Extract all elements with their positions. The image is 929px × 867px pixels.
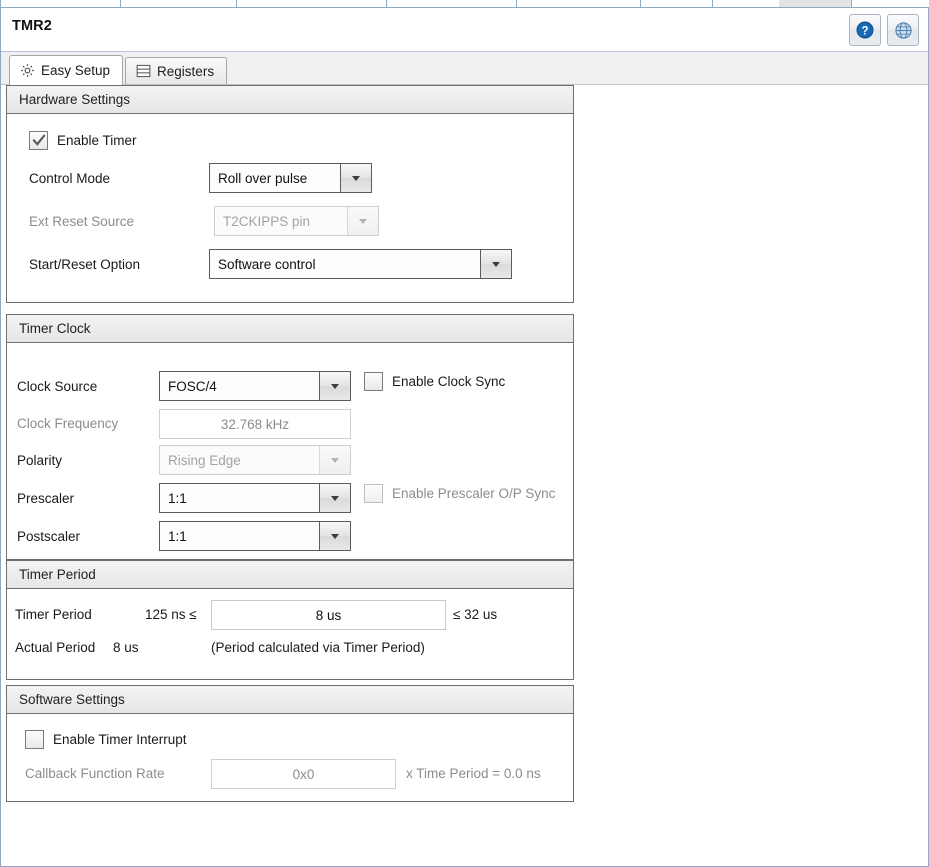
section-software-settings: Software Settings Enable Timer Interrupt… [6, 685, 574, 802]
tab-strip: Easy Setup Registers [1, 52, 928, 85]
easy-setup-panel: Hardware Settings Enable Timer Control M… [1, 85, 928, 864]
timer-period-label: Timer Period [15, 607, 92, 622]
prescaler-value: 1:1 [160, 484, 319, 512]
control-mode-value: Roll over pulse [210, 164, 340, 192]
checkbox-box [364, 484, 383, 503]
section-header-software-settings: Software Settings [7, 686, 573, 714]
enable-prescaler-sync-label: Enable Prescaler O/P Sync [392, 486, 556, 501]
chevron-down-icon [319, 446, 350, 474]
control-mode-dropdown[interactable]: Roll over pulse [209, 163, 372, 193]
timer-period-value: 8 us [315, 607, 342, 623]
callback-function-rate-label: Callback Function Rate [25, 766, 165, 781]
clock-frequency-value: 32.768 kHz [220, 416, 290, 432]
timer-period-note: (Period calculated via Timer Period) [211, 640, 425, 655]
polarity-label: Polarity [17, 453, 63, 468]
ext-reset-source-value: T2CKIPPS pin [215, 207, 347, 235]
tab-label-easy-setup: Easy Setup [41, 63, 111, 78]
tmr2-configuration-window: TMR2 ? Easy Setup Registers Hardware Set… [0, 0, 929, 867]
enable-timer-interrupt-label: Enable Timer Interrupt [53, 732, 187, 747]
enable-clock-sync-label: Enable Clock Sync [392, 374, 506, 389]
tab-label-registers: Registers [157, 63, 215, 79]
section-hardware-settings: Hardware Settings Enable Timer Control M… [6, 85, 574, 303]
outer-tab-divider [516, 0, 517, 7]
tab-registers[interactable]: Registers [125, 57, 228, 84]
chevron-down-icon [340, 164, 371, 192]
ext-reset-source-label: Ext Reset Source [29, 214, 135, 229]
clock-source-dropdown[interactable]: FOSC/4 [159, 371, 351, 401]
polarity-value: Rising Edge [160, 446, 319, 474]
enable-clock-sync-checkbox[interactable]: Enable Clock Sync [364, 372, 505, 391]
tab-easy-setup[interactable]: Easy Setup [9, 55, 124, 85]
window-frame: TMR2 ? Easy Setup Registers Hardware Set… [0, 8, 929, 867]
outer-tab-row-sliver [0, 0, 929, 8]
callback-function-rate-field: 0x0 [211, 759, 396, 789]
section-header-hardware-settings: Hardware Settings [7, 86, 573, 114]
timer-period-max: ≤ 32 us [453, 607, 498, 622]
clock-source-value: FOSC/4 [160, 372, 319, 400]
clock-source-label: Clock Source [17, 379, 98, 394]
outer-tab-divider [236, 0, 237, 7]
clock-frequency-label: Clock Frequency [17, 416, 119, 431]
clock-frequency-field: 32.768 kHz [159, 409, 351, 439]
postscaler-dropdown[interactable]: 1:1 [159, 521, 351, 551]
checkbox-box [29, 131, 48, 150]
check-icon [32, 134, 45, 146]
control-mode-label: Control Mode [29, 171, 111, 186]
outer-tab-divider [120, 0, 121, 7]
registers-icon [136, 64, 151, 78]
postscaler-value: 1:1 [160, 522, 319, 550]
globe-icon [894, 21, 912, 39]
callback-rate-suffix: x Time Period = 0.0 ns [406, 766, 541, 781]
page-title: TMR2 [12, 18, 52, 34]
timer-period-min: 125 ns ≤ [145, 607, 197, 622]
prescaler-dropdown[interactable]: 1:1 [159, 483, 351, 513]
outer-tab-divider [640, 0, 641, 7]
section-header-timer-clock: Timer Clock [7, 315, 573, 343]
chevron-down-icon [319, 372, 350, 400]
checkbox-box [364, 372, 383, 391]
section-timer-period: Timer Period Timer Period 125 ns ≤ 8 us … [6, 560, 574, 680]
section-header-timer-period: Timer Period [7, 561, 573, 589]
callback-function-rate-value: 0x0 [292, 766, 315, 782]
ext-reset-source-dropdown: T2CKIPPS pin [214, 206, 379, 236]
chevron-down-icon [319, 522, 350, 550]
gear-icon [21, 64, 34, 77]
postscaler-label: Postscaler [17, 529, 81, 544]
help-button[interactable]: ? [849, 14, 881, 46]
outer-tab-active [779, 0, 851, 7]
enable-timer-checkbox[interactable]: Enable Timer [29, 131, 137, 150]
actual-period-value: 8 us [113, 640, 139, 655]
chevron-down-icon [347, 207, 378, 235]
chevron-down-icon [319, 484, 350, 512]
start-reset-option-dropdown[interactable]: Software control [209, 249, 512, 279]
outer-tab-divider [851, 0, 852, 7]
help-icon: ? [856, 21, 874, 39]
enable-timer-label: Enable Timer [57, 133, 137, 148]
documentation-button[interactable] [887, 14, 919, 46]
chevron-down-icon [480, 250, 511, 278]
start-reset-option-label: Start/Reset Option [29, 257, 141, 272]
title-bar-buttons: ? [849, 14, 919, 46]
outer-tab-divider [0, 0, 1, 7]
section-timer-clock: Timer Clock Clock Source FOSC/4 Enable C… [6, 314, 574, 560]
checkbox-box [25, 730, 44, 749]
outer-tab-divider [712, 0, 713, 7]
enable-timer-interrupt-checkbox[interactable]: Enable Timer Interrupt [25, 730, 187, 749]
title-bar: TMR2 ? [1, 8, 928, 52]
prescaler-label: Prescaler [17, 491, 75, 506]
svg-text:?: ? [861, 25, 868, 37]
enable-prescaler-sync-checkbox: Enable Prescaler O/P Sync [364, 484, 555, 503]
actual-period-label: Actual Period [15, 640, 96, 655]
outer-tab-divider [386, 0, 387, 7]
start-reset-option-value: Software control [210, 250, 480, 278]
timer-period-input[interactable]: 8 us [211, 600, 446, 630]
polarity-dropdown: Rising Edge [159, 445, 351, 475]
